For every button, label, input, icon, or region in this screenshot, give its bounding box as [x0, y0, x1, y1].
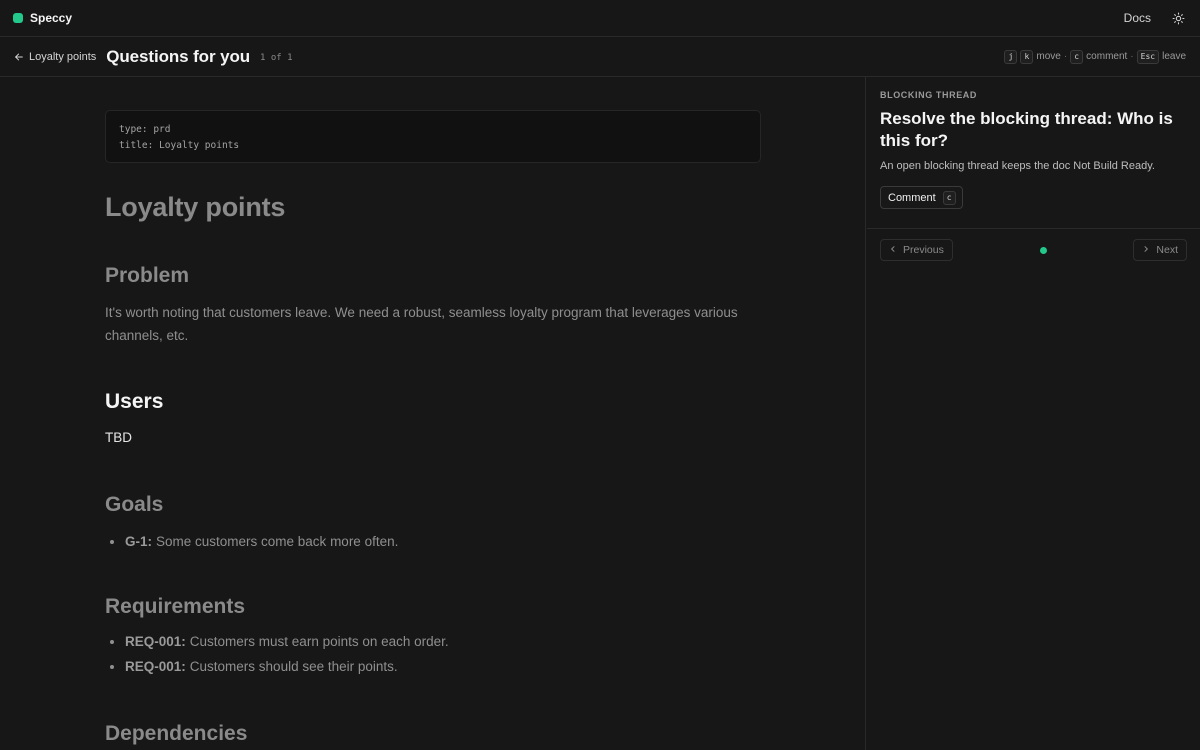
chevron-left-icon	[889, 244, 897, 256]
next-button[interactable]: Next	[1133, 239, 1187, 261]
sun-icon[interactable]	[1171, 11, 1185, 25]
bullet	[110, 639, 114, 644]
bullet	[110, 539, 114, 544]
back-link-label: Loyalty points	[29, 50, 97, 63]
section-heading-requirements: Requirements	[105, 595, 246, 618]
docs-link[interactable]: Docs	[1124, 11, 1151, 25]
list-item: REQ-001: Customers must earn points on e…	[105, 629, 775, 654]
section-heading-goals: Goals	[105, 493, 164, 516]
item-id: REQ-001:	[125, 634, 186, 649]
frontmatter-line: title: Loyalty points	[119, 140, 240, 151]
list-item: REQ-001: Customers should see their poin…	[105, 654, 775, 679]
section-heading-dependencies: Dependencies	[105, 722, 248, 745]
item-text: Customers must earn points on each order…	[189, 634, 449, 649]
bullet	[110, 664, 114, 669]
comment-button-label: Comment	[888, 191, 936, 204]
next-label: Next	[1156, 244, 1178, 256]
frontmatter-block: type: prd title: Loyalty points	[105, 110, 761, 163]
section-heading-users: Users	[105, 390, 164, 413]
question-category: BLOCKING THREAD	[880, 90, 977, 100]
previous-button[interactable]: Previous	[880, 239, 953, 261]
document-body: Loyalty points Problem It's worth noting…	[105, 187, 775, 749]
item-id: REQ-001:	[125, 659, 186, 674]
question-pager: Previous Next	[867, 229, 1200, 271]
brand[interactable]: Speccy	[13, 11, 72, 25]
shortcut-comment-label: comment	[1086, 51, 1128, 62]
key-k: k	[1020, 49, 1034, 64]
page-dot[interactable]	[1039, 246, 1047, 254]
key-j: j	[1004, 49, 1018, 64]
section-body-users: TBD	[105, 430, 132, 445]
page-title: Questions for you	[106, 46, 251, 66]
keyboard-shortcuts: j k move · c comment · Esc leave	[1004, 49, 1186, 64]
document-title: Loyalty points	[105, 192, 286, 222]
document-pane[interactable]: type: prd title: Loyalty points Loyalty …	[0, 77, 866, 750]
question-description: An open blocking thread keeps the doc No…	[880, 160, 1155, 172]
back-link[interactable]: Loyalty points	[14, 51, 96, 63]
page-header: Loyalty points Questions for you 1 of 1 …	[0, 37, 1200, 77]
previous-label: Previous	[903, 244, 944, 256]
separator: ·	[1063, 51, 1068, 62]
logo-mark	[13, 13, 23, 23]
item-id: G-1:	[125, 534, 152, 549]
question-title: Resolve the blocking thread: Who is this…	[880, 109, 1173, 150]
section-body-problem: It's worth noting that customers leave. …	[105, 305, 738, 343]
key-esc: Esc	[1136, 49, 1160, 64]
app-name: Speccy	[30, 11, 73, 25]
item-text: Customers should see their points.	[189, 659, 398, 674]
top-bar: Speccy Docs	[0, 0, 1200, 37]
item-text: Some customers come back more often.	[156, 534, 399, 549]
section-heading-problem: Problem	[105, 264, 190, 287]
comment-button[interactable]: Comment c	[880, 186, 963, 209]
questions-panel: BLOCKING THREAD Resolve the blocking thr…	[867, 77, 1200, 750]
shortcut-leave-label: leave	[1162, 51, 1186, 62]
question-card: BLOCKING THREAD Resolve the blocking thr…	[867, 77, 1200, 229]
chevron-right-icon	[1142, 244, 1150, 256]
requirements-list: REQ-001: Customers must earn points on e…	[105, 629, 775, 679]
frontmatter-line: type: prd	[119, 124, 171, 135]
separator: ·	[1130, 51, 1134, 62]
question-count: 1 of 1	[260, 52, 293, 63]
goals-list: G-1: Some customers come back more often…	[105, 529, 775, 554]
list-item: G-1: Some customers come back more often…	[105, 529, 775, 554]
shortcut-move-label: move	[1036, 51, 1061, 62]
key-c: c	[1070, 49, 1084, 64]
arrow-left-icon	[14, 52, 24, 62]
key-c: c	[942, 190, 956, 205]
